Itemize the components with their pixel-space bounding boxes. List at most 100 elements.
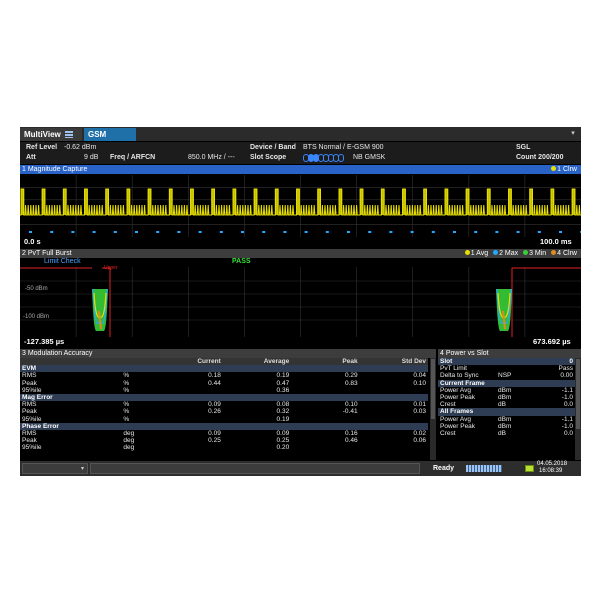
average-value: 0.47 <box>276 379 290 387</box>
att-value: 9 dB <box>84 154 99 161</box>
tab-gsm-label: GSM <box>88 130 107 139</box>
slot-scope-icon <box>303 154 344 162</box>
table-row: 95%ile deg 0.20 <box>20 444 428 451</box>
power-vs-slot-scrollbar[interactable] <box>575 358 581 460</box>
row-unit: % <box>123 415 130 423</box>
row-label: Power Peak <box>440 394 476 402</box>
pvt-plot[interactable]: Limit Check PASS Upper -50 dBm -100 dBm <box>20 258 581 337</box>
tab-multiview[interactable]: MultiView <box>20 128 82 141</box>
trace-3-dot-icon <box>523 250 529 255</box>
peak-value: -0.41 <box>342 408 358 416</box>
status-message-field[interactable] <box>90 463 420 474</box>
magnitude-x-end: 100.0 ms <box>540 237 572 246</box>
row-label: 95%ile <box>22 415 42 423</box>
table-row: Crest dB 0.0 <box>438 401 575 408</box>
table-row: Crest dB 0.0 <box>438 430 575 437</box>
pvt-header[interactable]: 2 PvT Full Burst 1 Avg 2 Max 3 Min 4 Clr… <box>20 249 581 258</box>
table-row: Power Peak dBm -1.0 <box>438 423 575 430</box>
slot-marker <box>431 231 435 233</box>
device-band-label: Device / Band <box>250 144 296 151</box>
current-value: 0.18 <box>208 372 221 380</box>
row-label: RMS <box>22 372 37 380</box>
magnitude-legend-label: 1 Clrw <box>557 166 577 173</box>
ref-level-label: Ref Level <box>26 144 58 151</box>
burst-block <box>444 189 449 215</box>
current-value <box>154 444 222 451</box>
status-dropdown-left[interactable]: ▾ <box>22 463 88 474</box>
pvt-legend-min: 3 Min <box>529 250 547 257</box>
slot-marker <box>580 231 581 233</box>
table-row: Peak deg 0.25 0.25 0.46 0.06 <box>20 437 428 444</box>
table-row: Peak% 0.44 0.47 0.83 0.10 <box>20 380 428 387</box>
pvt-legend-avg: 1 Avg <box>470 250 489 257</box>
slot-marker <box>283 231 287 233</box>
row-unit: % <box>123 379 130 387</box>
peak-value <box>291 416 359 423</box>
power-vs-slot-header[interactable]: 4 Power vs Slot <box>438 349 581 358</box>
magnitude-trace-svg <box>20 175 581 237</box>
magnitude-capture-plot[interactable] <box>20 175 581 237</box>
column-header: Average <box>222 358 292 366</box>
modulation-accuracy-header[interactable]: 3 Modulation Accuracy <box>20 349 436 358</box>
std-dev-value: 0.01 <box>413 401 426 409</box>
table-header-row: Current Average Peak Std Dev <box>20 358 428 366</box>
row-label: Peak <box>22 437 37 445</box>
slot-marker <box>219 231 223 233</box>
multiview-grid-icon <box>64 131 73 138</box>
row-label: All Frames <box>438 408 496 416</box>
pvt-y-tick-50: -50 dBm <box>25 286 48 292</box>
progress-bar <box>466 465 502 472</box>
measurement-info-bar[interactable]: Ref Level -0.62 dBm Att 9 dB Freq / ARFC… <box>20 142 581 164</box>
row-unit <box>496 365 528 372</box>
magnitude-x-start: 0.0 s <box>24 237 41 246</box>
peak-value: 0.16 <box>344 430 358 438</box>
row-unit: % <box>123 386 130 394</box>
modulation-accuracy-title: 3 Modulation Accuracy <box>22 350 93 357</box>
row-value: -1.0 <box>561 394 573 402</box>
row-label: Current Frame <box>438 379 496 387</box>
std-dev-value: 0.04 <box>413 372 426 380</box>
row-value: -1.0 <box>561 422 573 430</box>
row-value: 0 <box>528 358 575 366</box>
modulation-scrollbar[interactable] <box>430 358 436 460</box>
row-label: Crest <box>440 401 456 409</box>
burst-block <box>380 189 385 215</box>
slot-marker <box>262 231 266 233</box>
table-row: RMS% 0.18 0.19 0.29 0.04 <box>20 372 428 379</box>
table-row: 95%ile% 0.36 <box>20 387 428 394</box>
slot-marker <box>453 231 456 233</box>
current-value: 0.25 <box>208 437 221 445</box>
std-dev-value <box>360 416 428 423</box>
pvt-legend: 1 Avg 2 Max 3 Min 4 Clrw <box>462 249 577 258</box>
att-label: Att <box>26 154 36 161</box>
trace-4-dot-icon <box>551 250 557 255</box>
burst-block <box>465 189 470 215</box>
burst-block <box>338 189 343 215</box>
tab-gsm[interactable]: GSM <box>84 128 136 141</box>
row-unit: dBm <box>498 394 512 402</box>
row-value <box>528 379 575 387</box>
std-dev-value: 0.06 <box>413 437 426 445</box>
freq-value: 850.0 MHz / --- <box>188 154 235 161</box>
row-unit: deg <box>123 444 135 452</box>
slot-marker <box>474 231 478 233</box>
status-date: 04.05.2018 <box>537 461 568 467</box>
row-label: Delta to Sync <box>440 372 479 380</box>
row-value: 0.00 <box>560 372 573 380</box>
slot-scope-label: Slot Scope <box>250 154 287 161</box>
table-row: Power Avg dBm -1.1 <box>438 387 575 394</box>
chevron-down-icon[interactable]: ▾ <box>568 129 578 139</box>
average-value: 0.09 <box>276 430 290 438</box>
slot-marker <box>325 231 329 233</box>
table-row: PvT Limit Pass <box>438 365 575 372</box>
column-header: Current <box>154 358 223 366</box>
row-label: RMS <box>22 430 37 438</box>
burst-block <box>402 189 406 215</box>
slot-marker <box>198 231 202 233</box>
magnitude-capture-header[interactable]: 1 Magnitude Capture 1 Clrw <box>20 165 581 174</box>
trace-1-dot-icon <box>551 166 557 171</box>
burst-block <box>529 189 533 215</box>
sweep-count: Count 200/200 <box>516 154 564 161</box>
slot-marker <box>559 231 562 233</box>
status-ready: Ready <box>433 465 455 472</box>
